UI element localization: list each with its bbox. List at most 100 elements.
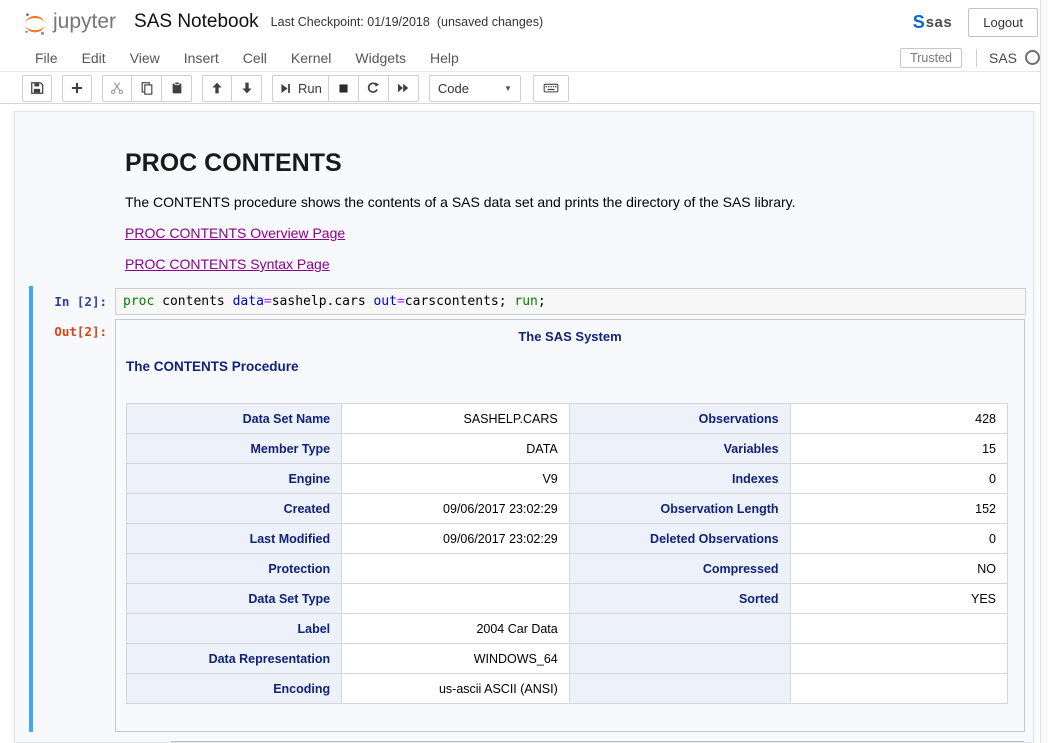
- contents-value-cell: 0: [790, 524, 1007, 554]
- contents-value-cell: 15: [790, 434, 1007, 464]
- markdown-heading: PROC CONTENTS: [125, 148, 342, 178]
- run-cell-button[interactable]: Run: [272, 75, 329, 102]
- code-token: =: [264, 294, 272, 309]
- menu-item-cell[interactable]: Cell: [231, 50, 279, 66]
- contents-table-row: Data Set NameSASHELP.CARSObservations428: [127, 404, 1008, 434]
- overview-page-link[interactable]: PROC CONTENTS Overview Page: [125, 225, 345, 241]
- contents-table-body: Data Set NameSASHELP.CARSObservations428…: [127, 404, 1008, 704]
- menu-item-kernel[interactable]: Kernel: [279, 50, 343, 66]
- contents-label-cell: [569, 674, 790, 704]
- code-line: proc contents data=sashelp.cars out=cars…: [116, 289, 1025, 314]
- copy-cell-button[interactable]: [132, 75, 162, 102]
- contents-table-row: Member TypeDATAVariables15: [127, 434, 1008, 464]
- plus-icon: [70, 81, 84, 95]
- contents-label-cell: Deleted Observations: [569, 524, 790, 554]
- save-icon: [30, 81, 44, 95]
- contents-value-cell: 09/06/2017 23:02:29: [342, 524, 570, 554]
- contents-table-row: ProtectionCompressedNO: [127, 554, 1008, 584]
- notebook-title[interactable]: SAS Notebook: [134, 11, 259, 33]
- save-button[interactable]: [22, 75, 52, 102]
- contents-value-cell: [342, 584, 570, 614]
- contents-table-row: Created09/06/2017 23:02:29Observation Le…: [127, 494, 1008, 524]
- contents-label-cell: Member Type: [127, 434, 342, 464]
- contents-table-row: Last Modified09/06/2017 23:02:29Deleted …: [127, 524, 1008, 554]
- contents-label-cell: [569, 644, 790, 674]
- menu-bar: FileEditViewInsertCellKernelWidgetsHelp …: [0, 44, 1048, 72]
- contents-value-cell: WINDOWS_64: [342, 644, 570, 674]
- cell-type-value: Code: [438, 81, 469, 96]
- sas-logo: S sas: [913, 13, 953, 31]
- menu-item-insert[interactable]: Insert: [172, 50, 231, 66]
- contents-table-row: Encodingus-ascii ASCII (ANSI): [127, 674, 1008, 704]
- window-scrollbar[interactable]: [1040, 0, 1048, 743]
- code-token: proc: [123, 294, 154, 309]
- contents-label-cell: Indexes: [569, 464, 790, 494]
- output-prompt: Out[2]:: [15, 323, 111, 341]
- contents-label-cell: Compressed: [569, 554, 790, 584]
- checkpoint-status: Last Checkpoint: 01/19/2018: [271, 15, 430, 29]
- contents-value-cell: YES: [790, 584, 1007, 614]
- kernel-name: SAS: [989, 50, 1017, 66]
- run-button-label: Run: [298, 81, 322, 96]
- code-token: sashelp.cars: [272, 294, 374, 309]
- sas-logo-text: sas: [926, 14, 953, 31]
- contents-value-cell: 428: [790, 404, 1007, 434]
- contents-label-cell: [569, 614, 790, 644]
- syntax-page-link[interactable]: PROC CONTENTS Syntax Page: [125, 256, 330, 272]
- move-cell-down-button[interactable]: [232, 75, 262, 102]
- menu-item-widgets[interactable]: Widgets: [343, 50, 418, 66]
- cell-type-dropdown[interactable]: Code ▼: [429, 75, 521, 102]
- contents-attributes-table: Data Set NameSASHELP.CARSObservations428…: [126, 403, 1008, 704]
- menu-item-help[interactable]: Help: [418, 50, 471, 66]
- jupyter-logo-icon: [22, 11, 48, 37]
- menu-items: FileEditViewInsertCellKernelWidgetsHelp: [23, 50, 471, 66]
- menu-item-file[interactable]: File: [23, 50, 70, 66]
- sas-swirl-icon: S: [913, 13, 925, 31]
- contents-label-cell: Variables: [569, 434, 790, 464]
- stop-icon: [337, 82, 350, 95]
- command-palette-button[interactable]: [533, 75, 569, 102]
- code-token: data: [233, 294, 264, 309]
- contents-value-cell: 09/06/2017 23:02:29: [342, 494, 570, 524]
- contents-value-cell: V9: [342, 464, 570, 494]
- move-cell-up-button[interactable]: [202, 75, 232, 102]
- input-prompt: In [2]:: [15, 288, 111, 315]
- arrow-up-icon: [210, 81, 224, 95]
- contents-value-cell: SASHELP.CARS: [342, 404, 570, 434]
- restart-run-all-button[interactable]: [389, 75, 419, 102]
- contents-value-cell: [790, 644, 1007, 674]
- contents-label-cell: Label: [127, 614, 342, 644]
- trusted-badge[interactable]: Trusted: [900, 48, 962, 68]
- paste-icon: [170, 81, 184, 95]
- fast-forward-icon: [396, 81, 410, 95]
- copy-icon: [140, 81, 154, 95]
- add-cell-button[interactable]: [62, 75, 92, 102]
- contents-value-cell: DATA: [342, 434, 570, 464]
- contents-label-cell: Created: [127, 494, 342, 524]
- contents-label-cell: Engine: [127, 464, 342, 494]
- divider: [976, 49, 977, 67]
- logout-button[interactable]: Logout: [968, 8, 1038, 37]
- paste-cell-button[interactable]: [162, 75, 192, 102]
- next-table-top-edge: [171, 741, 1024, 742]
- contents-label-cell: Data Set Name: [127, 404, 342, 434]
- markdown-description: The CONTENTS procedure shows the content…: [125, 193, 796, 212]
- contents-table-row: Data Set TypeSortedYES: [127, 584, 1008, 614]
- contents-label-cell: Observation Length: [569, 494, 790, 524]
- code-token: out: [373, 294, 396, 309]
- jupyter-logo[interactable]: jupyter: [22, 7, 116, 37]
- cut-cell-button[interactable]: [102, 75, 132, 102]
- contents-value-cell: 152: [790, 494, 1007, 524]
- contents-label-cell: Last Modified: [127, 524, 342, 554]
- contents-label-cell: Sorted: [569, 584, 790, 614]
- menu-item-edit[interactable]: Edit: [70, 50, 118, 66]
- code-input-area[interactable]: proc contents data=sashelp.cars out=cars…: [115, 288, 1026, 315]
- contents-value-cell: 0: [790, 464, 1007, 494]
- scissors-icon: [110, 81, 124, 95]
- kernel-idle-icon: [1025, 50, 1040, 65]
- output-area: The SAS System The CONTENTS Procedure Da…: [115, 319, 1025, 732]
- menu-item-view[interactable]: View: [118, 50, 172, 66]
- restart-kernel-button[interactable]: [359, 75, 389, 102]
- contents-table-row: Label2004 Car Data: [127, 614, 1008, 644]
- stop-kernel-button[interactable]: [329, 75, 359, 102]
